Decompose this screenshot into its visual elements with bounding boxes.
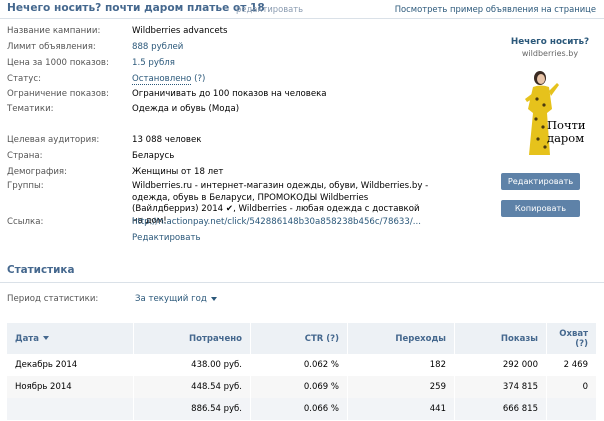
col-views[interactable]: Показы [454,323,547,354]
edit-link-link[interactable]: Редактировать [132,233,201,243]
audience-label: Целевая аудитория: [7,135,100,145]
ad-preview-image: Почти даром! [515,63,585,160]
cell-date: Декабрь 2014 [7,354,134,376]
stats-table: Дата Потрачено CTR (?) Переходы Показы О… [7,323,597,420]
total-clicks: 441 [347,398,455,420]
restriction-value: Ограничивать до 100 показов на человека [132,89,327,99]
topics-value: Одежда и обувь (Мода) [132,104,240,114]
cell-reach: 2 469 [546,354,597,376]
stats-title: Статистика [7,264,75,276]
topics-label: Тематики: [7,104,54,114]
col-reach[interactable]: Охват (?) [546,323,597,354]
row-groups: Группы: Wildberries.ru - интернет-магази… [7,181,487,226]
ad-url-link[interactable]: http://n.actionpay.net/click/542886148b3… [132,217,421,227]
limit-label: Лимит объявления: [7,42,96,52]
status-value-wrap: Остановлено (?) [132,74,205,85]
country-value: Беларусь [132,151,175,161]
row-campaign: Название кампании: Wildberries advancets [7,26,487,40]
cell-views: 292 000 [454,354,547,376]
restriction-label: Ограничение показов: [7,89,109,99]
period-value: За текущий год [135,294,207,304]
sort-down-icon [42,336,49,340]
total-ctr: 0.066 % [250,398,348,420]
audience-value: 13 088 человек [132,135,202,145]
period-label: Период статистики: [7,294,99,304]
ad-preview-title: Нечего носить? [510,37,590,47]
stats-divider [0,282,604,283]
cell-ctr: 0.069 % [250,376,348,398]
cell-spent: 438.00 руб. [133,354,251,376]
total-reach [546,398,597,420]
row-limit: Лимит объявления: 888 рублей [7,42,487,56]
cell-views: 374 815 [454,376,547,398]
row-country: Страна: Беларусь [7,151,487,165]
cell-date: Ноябрь 2014 [7,376,134,398]
row-link: Ссылка: http://n.actionpay.net/click/542… [7,217,487,231]
status-value-link[interactable]: Остановлено [132,74,192,85]
status-label: Статус: [7,74,41,84]
cell-clicks: 259 [347,376,455,398]
period-dropdown[interactable]: За текущий год [135,294,217,304]
limit-value-link[interactable]: 888 рублей [132,42,183,52]
row-link-edit: Редактировать [7,233,487,247]
price-label: Цена за 1000 показов: [7,58,109,68]
table-row: Декабрь 2014 438.00 руб. 0.062 % 182 292… [7,354,597,376]
col-spent[interactable]: Потрачено [133,323,251,354]
table-row: Ноябрь 2014 448.54 руб. 0.069 % 259 374 … [7,376,597,398]
link-label: Ссылка: [7,217,44,227]
total-row: 886.54 руб. 0.066 % 441 666 815 [7,398,597,420]
price-value-link[interactable]: 1.5 рубля [132,58,175,68]
row-audience: Целевая аудитория: 13 088 человек [7,135,487,149]
campaign-value: Wildberries advancets [132,26,228,36]
row-status: Статус: Остановлено (?) [7,74,487,88]
total-views: 666 815 [454,398,547,420]
total-date [7,398,134,420]
campaign-label: Название кампании: [7,26,101,36]
ad-preview[interactable]: Нечего носить? wildberries.by Почти даро… [499,37,601,160]
ad-slogan-line1: Почти [547,118,585,132]
total-spent: 886.54 руб. [133,398,251,420]
chevron-down-icon [210,296,217,301]
row-demography: Демография: Женщины от 18 лет [7,167,487,181]
row-price: Цена за 1000 показов: 1.5 рубля [7,58,487,72]
cell-spent: 448.54 руб. [133,376,251,398]
ad-header: Нечего носить? почти даром платье от 18 … [0,0,604,19]
row-restriction: Ограничение показов: Ограничивать до 100… [7,89,487,103]
col-date[interactable]: Дата [7,323,134,354]
preview-ad-link[interactable]: Посмотреть пример объявления на странице [395,4,596,14]
row-topics: Тематики: Одежда и обувь (Мода) [7,104,487,118]
ad-slogan-line2: даром! [547,131,585,145]
copy-ad-button[interactable]: Копировать [501,200,580,217]
ad-slogan: Почти даром! [547,119,585,145]
col-clicks[interactable]: Переходы [347,323,455,354]
cell-clicks: 182 [347,354,455,376]
groups-label: Группы: [7,181,44,191]
ad-title: Нечего носить? почти даром платье от 18 [7,2,265,14]
cell-ctr: 0.062 % [250,354,348,376]
col-ctr[interactable]: CTR (?) [250,323,348,354]
status-help-link[interactable]: (?) [194,74,205,84]
demography-label: Демография: [7,167,67,177]
stats-header-row: Дата Потрачено CTR (?) Переходы Показы О… [7,323,597,354]
demography-value: Женщины от 18 лет [132,167,224,177]
edit-title-link[interactable]: редактировать [236,4,303,14]
edit-ad-button[interactable]: Редактировать [501,173,580,190]
cell-reach: 0 [546,376,597,398]
ad-preview-domain: wildberries.by [521,49,579,58]
country-label: Страна: [7,151,43,161]
